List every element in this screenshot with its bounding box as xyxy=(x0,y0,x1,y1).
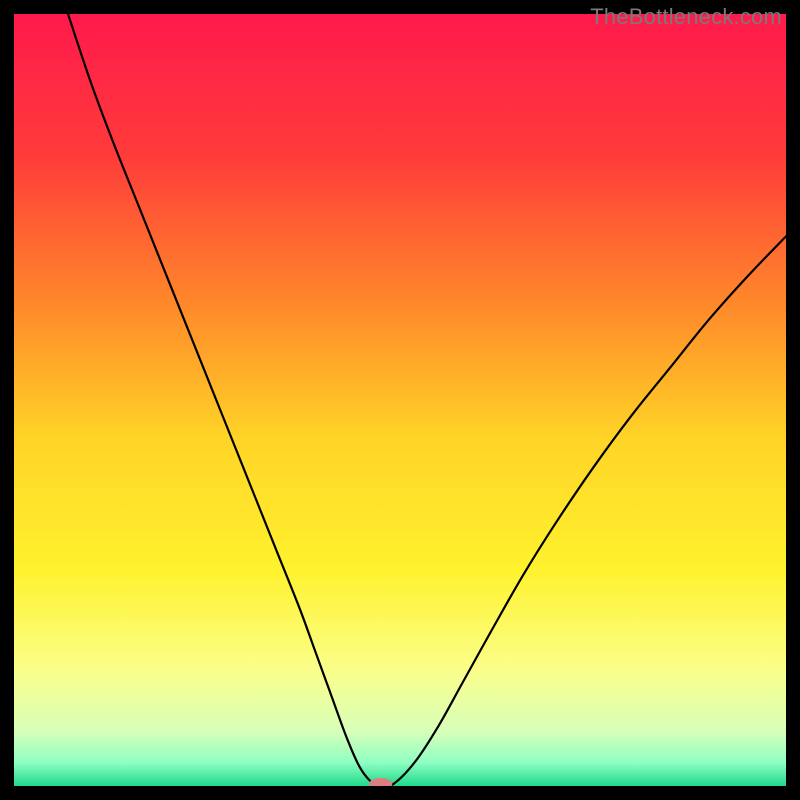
gradient-background xyxy=(14,14,786,786)
chart-frame xyxy=(14,14,786,786)
attribution-watermark: TheBottleneck.com xyxy=(590,4,782,30)
bottleneck-chart xyxy=(14,14,786,786)
